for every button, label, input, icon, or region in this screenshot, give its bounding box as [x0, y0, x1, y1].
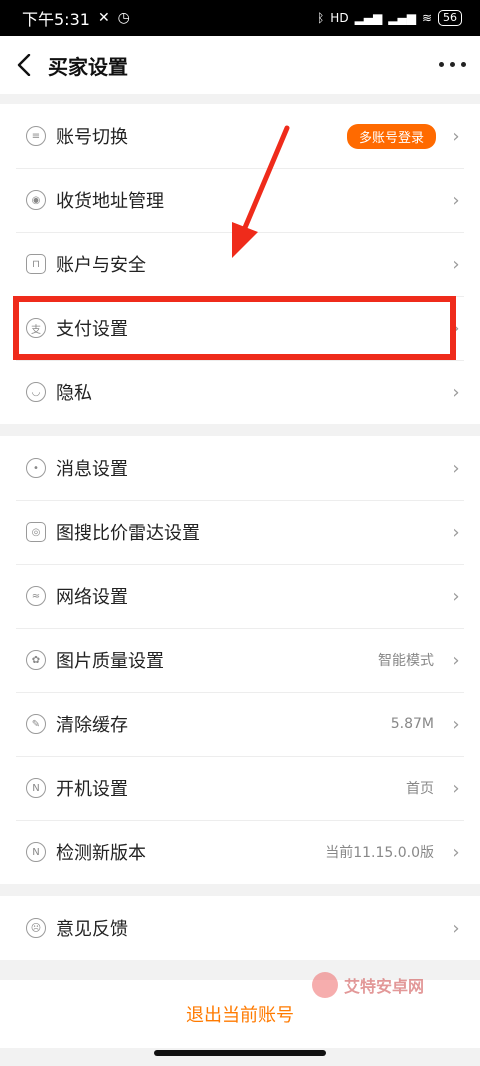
home-indicator: [154, 1050, 326, 1056]
annotation-arrow: [232, 125, 290, 258]
